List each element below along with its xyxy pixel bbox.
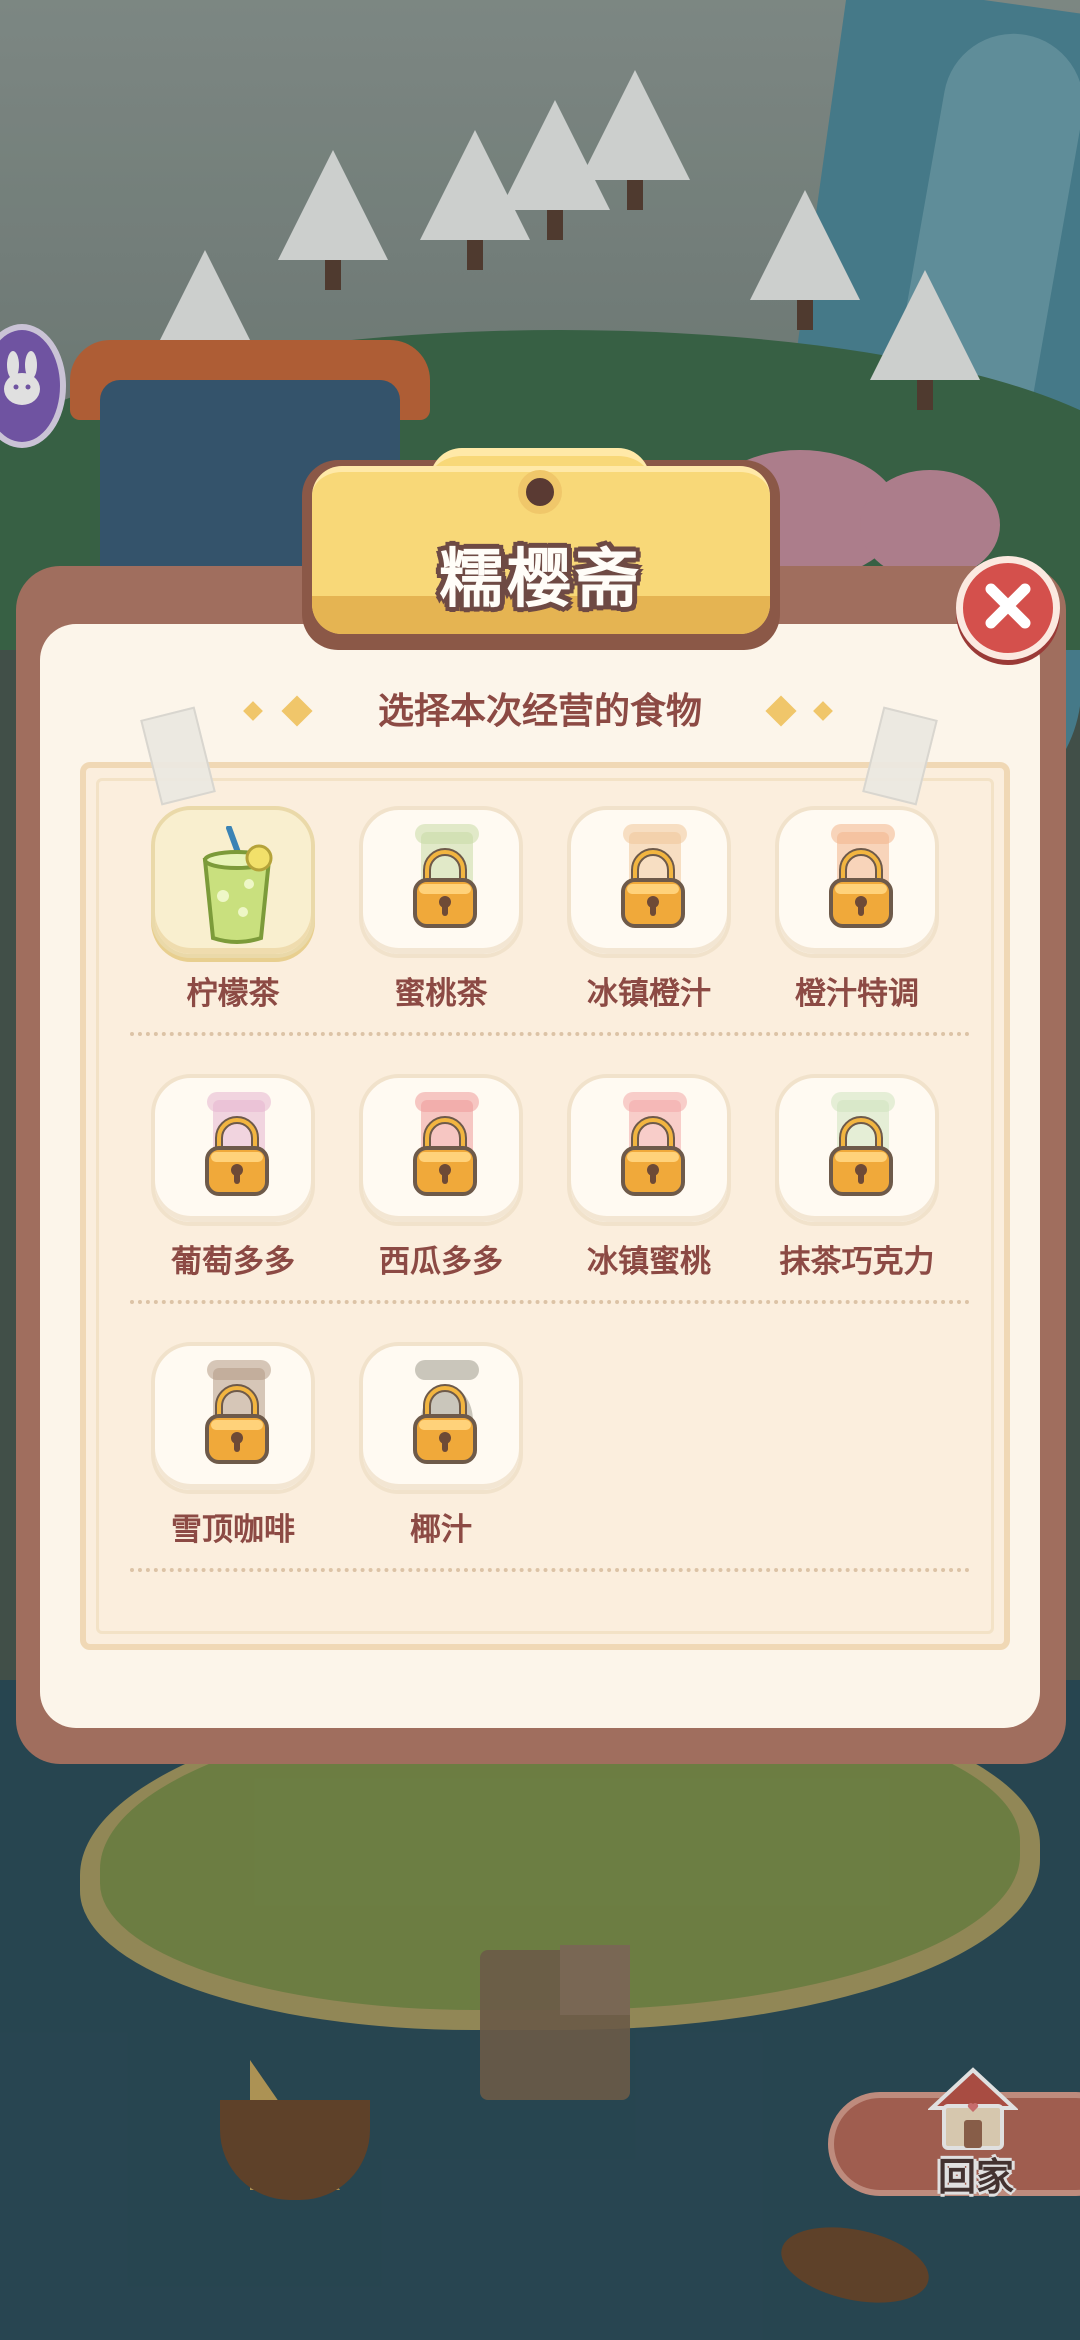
- food-item-watermelon[interactable]: 西瓜多多: [338, 1074, 544, 1281]
- lock-icon: [825, 1114, 897, 1198]
- close-button[interactable]: [956, 556, 1060, 660]
- food-tile-locked[interactable]: [359, 1342, 523, 1494]
- dotted-divider: [130, 1032, 970, 1036]
- food-tile-locked[interactable]: [151, 1074, 315, 1226]
- food-item-coconut-juice[interactable]: 椰汁: [338, 1342, 544, 1549]
- food-name: 柠檬茶: [186, 976, 280, 1012]
- food-grid: 柠檬茶 蜜桃茶 冰镇橙汁 橙汁特调 葡萄多多 西瓜多多 冰镇蜜桃 抹茶巧克力 雪…: [130, 806, 970, 1610]
- dotted-divider: [130, 1568, 970, 1572]
- food-name: 冰镇蜜桃: [587, 1244, 711, 1280]
- food-name: 蜜桃茶: [394, 976, 488, 1012]
- food-tile-locked[interactable]: [775, 806, 939, 958]
- food-name: 葡萄多多: [171, 1244, 295, 1280]
- food-item-lemon-tea[interactable]: 柠檬茶: [130, 806, 336, 1013]
- food-name: 橙汁特调: [795, 976, 919, 1012]
- food-item-snowtop-coffee[interactable]: 雪顶咖啡: [130, 1342, 336, 1549]
- lock-icon: [409, 846, 481, 930]
- food-tile-selected[interactable]: [151, 806, 315, 958]
- lock-icon: [409, 1114, 481, 1198]
- lock-icon: [201, 1382, 273, 1466]
- modal-title: 糯樱斋: [439, 543, 643, 617]
- lock-icon: [617, 846, 689, 930]
- food-name: 雪顶咖啡: [171, 1512, 295, 1548]
- food-name: 抹茶巧克力: [779, 1244, 935, 1280]
- plate-hang-hole: [518, 470, 562, 514]
- drink-lid: [415, 1360, 479, 1380]
- food-tile-locked[interactable]: [567, 1074, 731, 1226]
- close-icon: [981, 579, 1035, 637]
- food-item-grape[interactable]: 葡萄多多: [130, 1074, 336, 1281]
- dotted-divider: [130, 1300, 970, 1304]
- lock-icon: [409, 1382, 481, 1466]
- food-name: 椰汁: [410, 1512, 472, 1548]
- lemon-tea-icon: [199, 825, 275, 946]
- food-tile-locked[interactable]: [775, 1074, 939, 1226]
- lock-icon: [825, 846, 897, 930]
- food-name: 西瓜多多: [379, 1244, 503, 1280]
- food-tile-locked[interactable]: [151, 1342, 315, 1494]
- food-item-matcha-chocolate[interactable]: 抹茶巧克力: [754, 1074, 960, 1281]
- lock-icon: [617, 1114, 689, 1198]
- food-item-iced-peach[interactable]: 冰镇蜜桃: [546, 1074, 752, 1281]
- food-tile-locked[interactable]: [359, 806, 523, 958]
- food-item-peach-tea[interactable]: 蜜桃茶: [338, 806, 544, 1013]
- modal-subtitle: 选择本次经营的食物: [377, 691, 702, 732]
- lock-icon: [201, 1114, 273, 1198]
- food-item-orange-special[interactable]: 橙汁特调: [754, 806, 960, 1013]
- food-tile-locked[interactable]: [567, 806, 731, 958]
- food-name: 冰镇橙汁: [587, 976, 711, 1012]
- food-tile-locked[interactable]: [359, 1074, 523, 1226]
- food-item-iced-orange-juice[interactable]: 冰镇橙汁: [546, 806, 752, 1013]
